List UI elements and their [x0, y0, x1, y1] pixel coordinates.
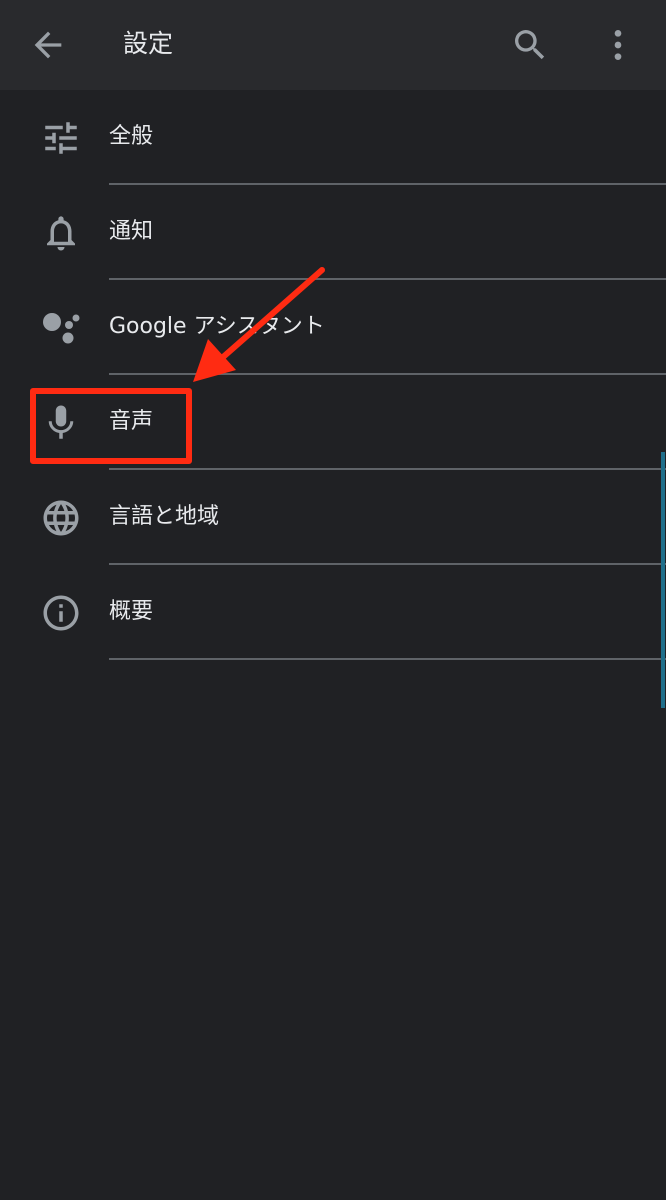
settings-item-label: Google アシスタント	[109, 314, 325, 339]
settings-item-google-assistant[interactable]: Google アシスタント	[0, 280, 666, 375]
scrollbar[interactable]	[661, 452, 665, 708]
settings-item-language-region[interactable]: 言語と地域	[0, 470, 666, 565]
annotation-highlight-box	[30, 388, 192, 464]
google-assistant-icon	[43, 313, 80, 344]
info-icon	[43, 595, 79, 631]
tune-sliders-icon	[45, 122, 77, 154]
search-icon[interactable]	[510, 25, 550, 65]
settings-item-notifications[interactable]: 通知	[0, 185, 666, 280]
settings-item-about[interactable]: 概要	[0, 565, 666, 660]
settings-item-label: 全般	[109, 124, 154, 149]
settings-item-label: 言語と地域	[109, 504, 220, 529]
settings-item-label: 概要	[109, 599, 154, 624]
arrow-back-icon[interactable]	[28, 25, 68, 65]
more-vertical-icon[interactable]	[598, 25, 638, 65]
settings-list: 全般 通知 Google アシスタント 音声 言語と地域 概要	[0, 90, 666, 660]
divider	[109, 658, 666, 660]
app-bar: 設定	[0, 0, 666, 90]
settings-item-general[interactable]: 全般	[0, 90, 666, 185]
settings-item-label: 通知	[109, 219, 154, 244]
settings-screen: 設定 全般 通知 Google アシスタント 音声 言語と地域 概要	[0, 0, 666, 1200]
bell-icon	[47, 216, 75, 251]
page-title: 設定	[123, 29, 174, 58]
globe-icon	[43, 500, 79, 536]
